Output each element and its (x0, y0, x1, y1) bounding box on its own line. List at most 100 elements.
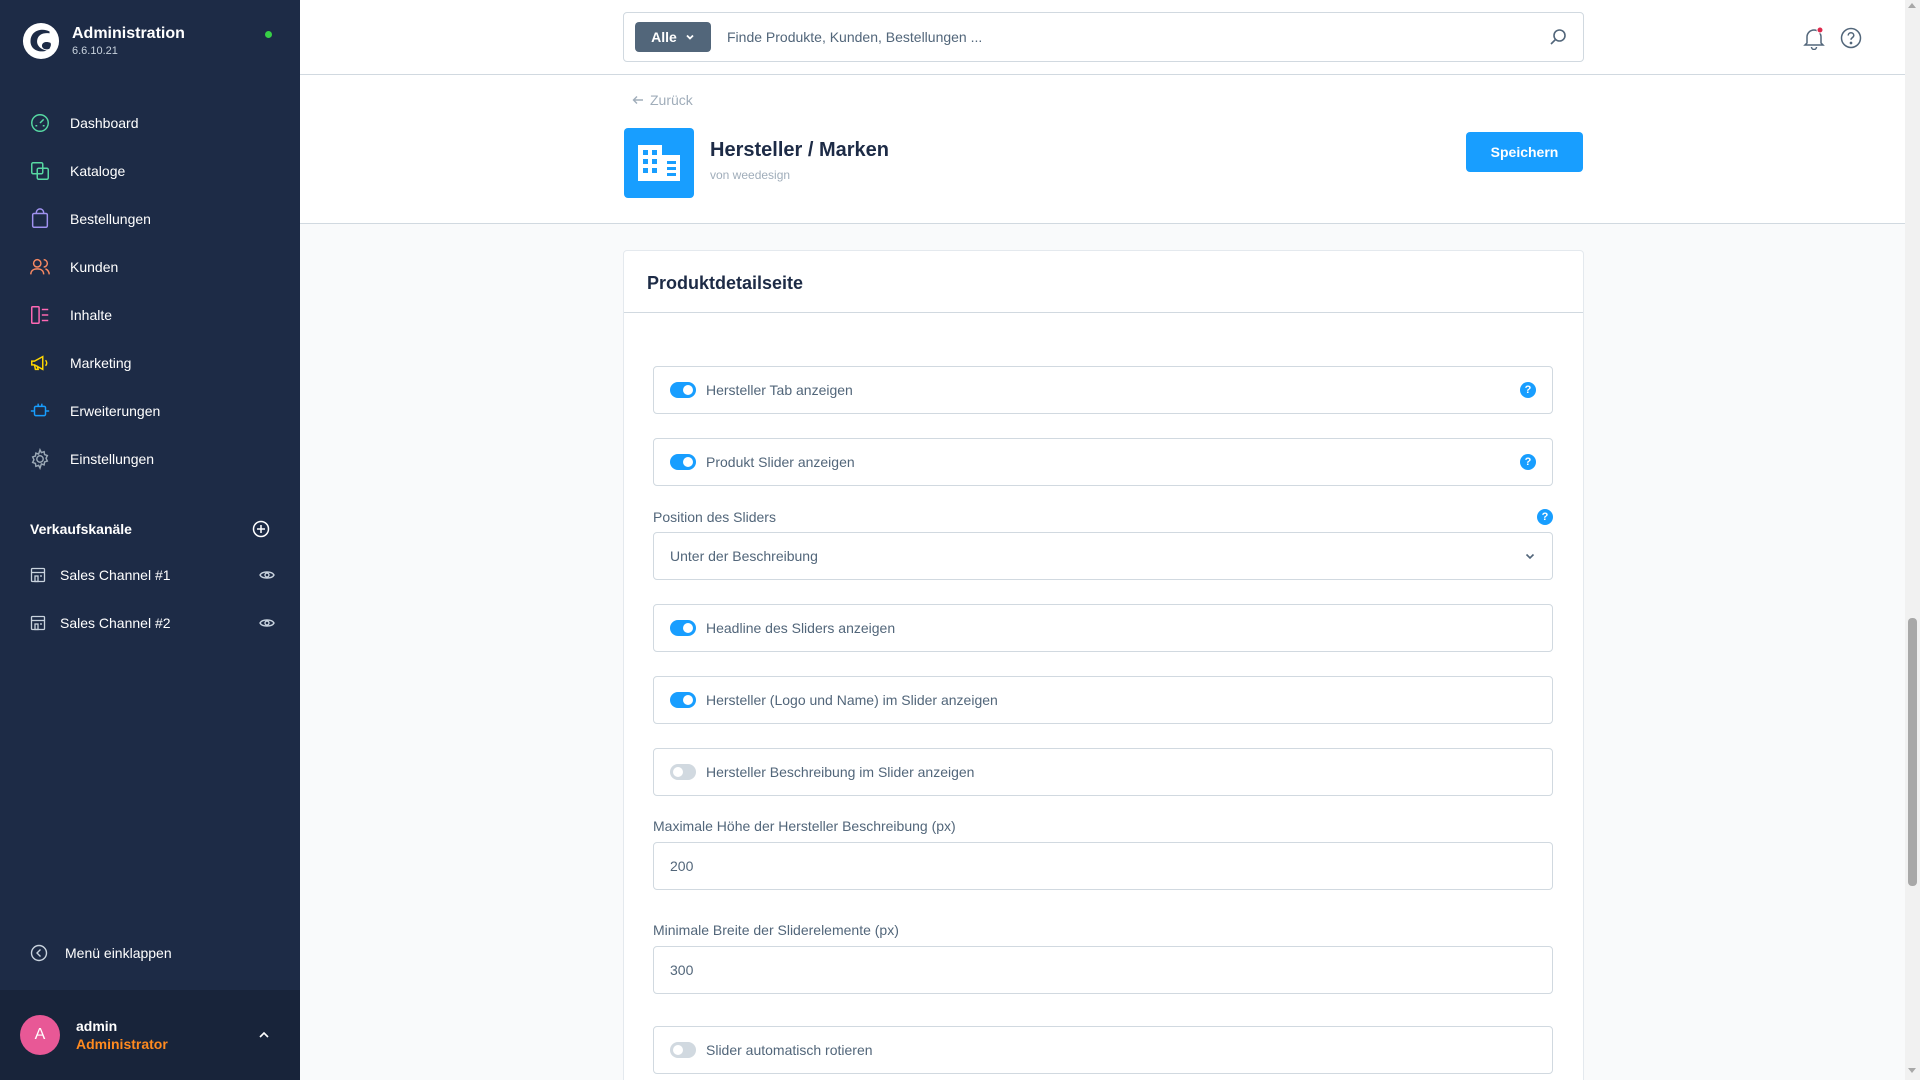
shopware-logo-icon (22, 22, 60, 60)
max-height-input[interactable] (670, 858, 1536, 874)
max-height-label: Maximale Höhe der Hersteller Beschreibun… (653, 818, 956, 834)
customers-icon (30, 258, 50, 275)
sales-channel-item-1[interactable]: Sales Channel #1 (30, 560, 275, 590)
catalog-icon (31, 162, 49, 180)
select-value: Unter der Beschreibung (670, 548, 818, 564)
eye-icon[interactable] (259, 615, 275, 631)
max-height-field (653, 842, 1553, 890)
storefront-icon (30, 615, 46, 631)
sidebar-item-label: Bestellungen (70, 211, 151, 227)
field-label: Produkt Slider anzeigen (706, 454, 855, 470)
sidebar-item-dashboard[interactable]: Dashboard (0, 99, 300, 147)
search-type-label: Alle (651, 29, 677, 45)
auto-rotate-field: Slider automatisch rotieren (653, 1026, 1553, 1074)
page-title: Hersteller / Marken (710, 139, 889, 161)
sidebar-item-bestellungen[interactable]: Bestellungen (0, 195, 300, 243)
card-divider (624, 312, 1583, 313)
field-label: Hersteller (Logo und Name) im Slider anz… (706, 692, 998, 708)
card-title: Produktdetailseite (647, 273, 804, 293)
back-link[interactable]: Zurück (632, 92, 693, 108)
scroll-down-arrow[interactable] (1908, 1068, 1916, 1073)
sidebar-item-einstellungen[interactable]: Einstellungen (0, 435, 300, 483)
marketing-icon (31, 355, 48, 371)
user-profile[interactable]: A admin Administrator (0, 990, 300, 1080)
sidebar-item-kataloge[interactable]: Kataloge (0, 147, 300, 195)
brand[interactable]: Administration 6.6.10.21 (22, 22, 185, 60)
manufacturer-in-slider-field: Hersteller (Logo und Name) im Slider anz… (653, 676, 1553, 724)
sidebar-item-label: Inhalte (70, 307, 113, 323)
field-label: Headline des Sliders anzeigen (706, 620, 896, 636)
app-version: 6.6.10.21 (72, 45, 118, 57)
search-type-dropdown[interactable]: Alle (635, 22, 711, 52)
slider-headline-toggle[interactable] (670, 620, 696, 636)
page-scrollbar[interactable] (1905, 0, 1920, 1080)
sales-channel-label: Sales Channel #1 (60, 567, 171, 583)
app-title: Administration (72, 25, 185, 42)
min-width-field (653, 946, 1553, 994)
product-slider-field: Produkt Slider anzeigen ? (653, 438, 1553, 486)
settings-card: Produktdetailseite Hersteller Tab anzeig… (623, 250, 1584, 1080)
sidebar-item-label: Dashboard (70, 115, 139, 131)
sidebar-item-label: Erweiterungen (70, 403, 161, 419)
sales-channels-title: Verkaufskanäle (30, 521, 132, 537)
field-label: Slider automatisch rotieren (706, 1042, 873, 1058)
sales-channel-item-2[interactable]: Sales Channel #2 (30, 608, 275, 638)
user-name: admin (76, 1018, 118, 1034)
search-input[interactable] (727, 29, 1549, 45)
global-search: Alle (623, 12, 1584, 62)
scroll-up-arrow[interactable] (1908, 3, 1916, 8)
sales-channel-label: Sales Channel #2 (60, 615, 171, 631)
notification-bell-icon[interactable] (1803, 26, 1825, 50)
sidebar-item-label: Einstellungen (70, 451, 155, 467)
plugin-vendor: von weedesign (710, 168, 791, 182)
manufacturer-tab-field: Hersteller Tab anzeigen ? (653, 366, 1553, 414)
manufacturer-tab-toggle[interactable] (670, 382, 696, 398)
help-icon[interactable]: ? (1520, 382, 1536, 398)
arrow-left-icon (632, 96, 643, 104)
sidebar-item-erweiterungen[interactable]: Erweiterungen (0, 387, 300, 435)
chevron-left-circle-icon (30, 944, 48, 962)
manufacturer-description-field: Hersteller Beschreibung im Slider anzeig… (653, 748, 1553, 796)
scrollbar-thumb[interactable] (1908, 618, 1917, 886)
eye-icon[interactable] (259, 567, 275, 583)
building-icon (638, 145, 680, 181)
plugin-icon (624, 128, 694, 198)
content-icon (31, 306, 49, 324)
manufacturer-description-toggle[interactable] (670, 764, 696, 780)
dashboard-icon (31, 114, 49, 132)
main-navigation: Dashboard Kataloge Bestellungen Kunden I… (0, 99, 300, 483)
sidebar-item-label: Kataloge (70, 163, 126, 179)
back-label: Zurück (650, 92, 693, 108)
plugin-header: Zurück Hersteller / Marken von weedesign… (300, 75, 1905, 224)
top-bar: Alle (300, 0, 1905, 75)
chevron-down-icon (1525, 553, 1535, 560)
search-icon[interactable] (1549, 28, 1567, 46)
min-width-label: Minimale Breite der Sliderelemente (px) (653, 922, 899, 938)
extensions-icon (30, 403, 50, 417)
sidebar-item-label: Marketing (70, 355, 132, 371)
sidebar: Administration 6.6.10.21 Dashboard Katal… (0, 0, 300, 1080)
sidebar-item-marketing[interactable]: Marketing (0, 339, 300, 387)
help-icon[interactable] (1840, 27, 1862, 49)
auto-rotate-toggle[interactable] (670, 1042, 696, 1058)
field-label: Hersteller Tab anzeigen (706, 382, 853, 398)
sales-channels-header: Verkaufskanäle (30, 520, 270, 538)
sidebar-item-kunden[interactable]: Kunden (0, 243, 300, 291)
online-status-indicator (265, 31, 272, 38)
help-icon[interactable]: ? (1537, 509, 1553, 525)
collapse-menu-button[interactable]: Menü einklappen (30, 944, 172, 962)
save-button[interactable]: Speichern (1466, 132, 1583, 172)
slider-headline-field: Headline des Sliders anzeigen (653, 604, 1553, 652)
help-icon[interactable]: ? (1520, 454, 1536, 470)
product-slider-toggle[interactable] (670, 454, 696, 470)
add-sales-channel-icon[interactable] (252, 520, 270, 538)
slider-position-select[interactable]: Unter der Beschreibung (653, 532, 1553, 580)
collapse-menu-label: Menü einklappen (65, 945, 172, 961)
sidebar-item-label: Kunden (70, 259, 119, 275)
manufacturer-in-slider-toggle[interactable] (670, 692, 696, 708)
min-width-input[interactable] (670, 962, 1536, 978)
sidebar-item-inhalte[interactable]: Inhalte (0, 291, 300, 339)
chevron-up-icon[interactable] (258, 1029, 270, 1041)
settings-icon (31, 448, 49, 470)
storefront-icon (30, 567, 46, 583)
